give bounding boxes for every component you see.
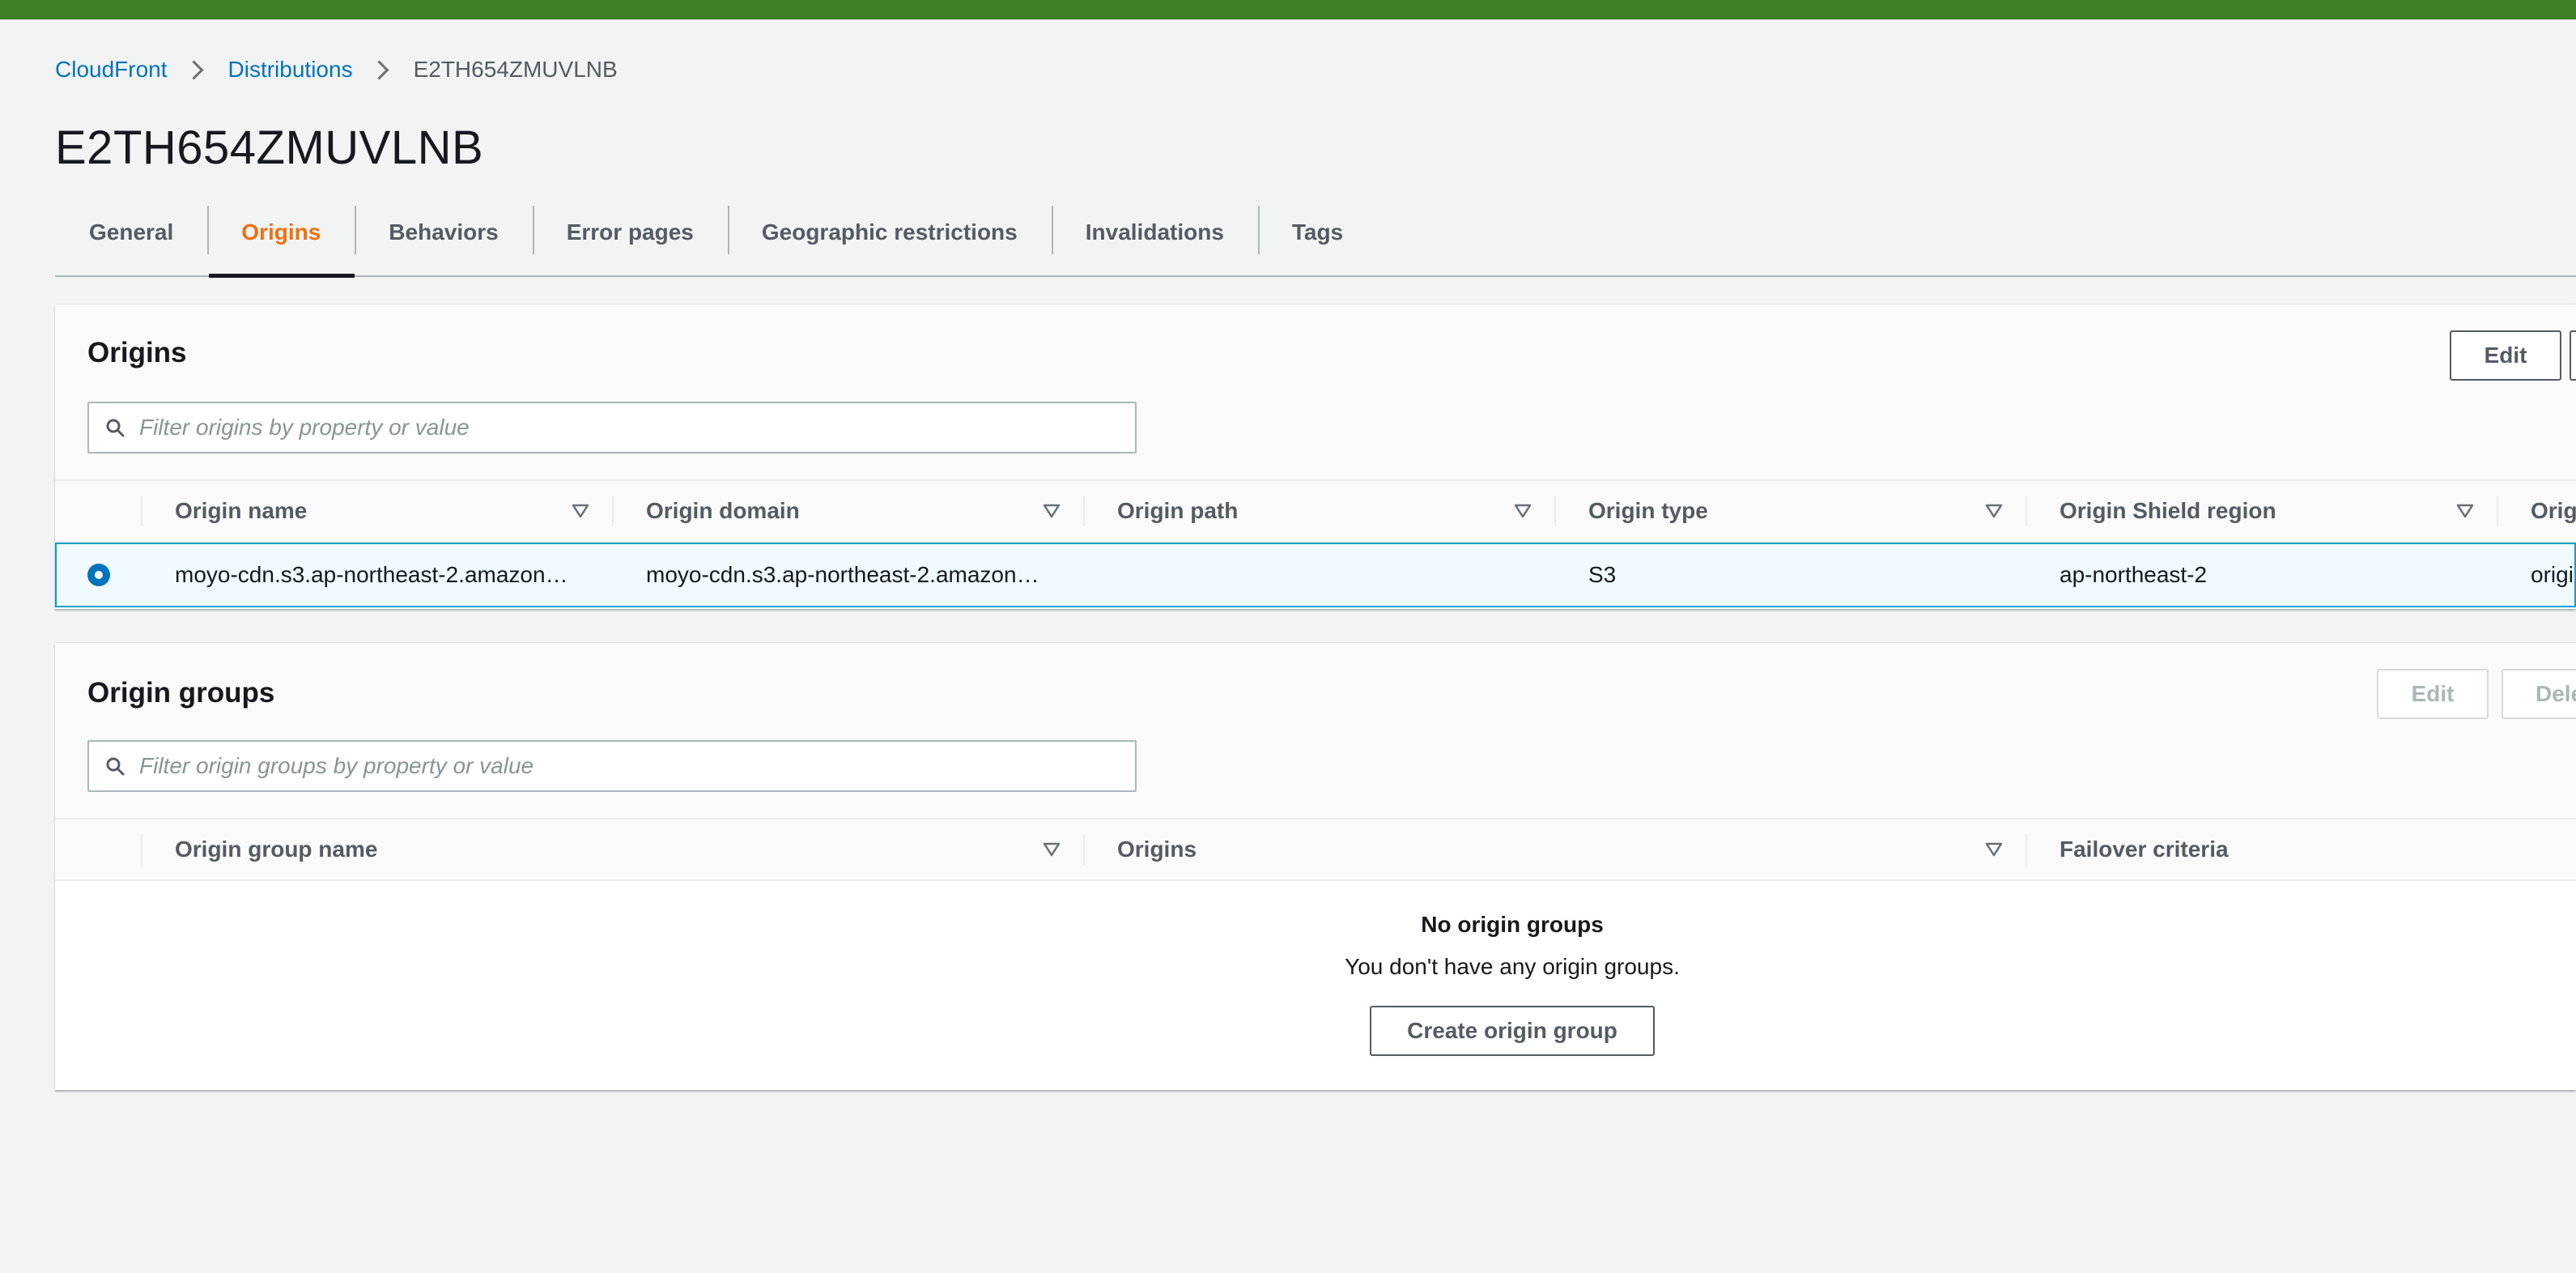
tab-bar: General Origins Behaviors Error pages Ge… [55,199,2576,278]
column-origin-extra[interactable]: Origi [2531,481,2576,541]
origins-search-input[interactable] [139,415,1111,441]
column-origins[interactable]: Origins [1117,820,1975,879]
column-divider [1554,496,1556,526]
tab-behaviors[interactable]: Behaviors [355,199,532,275]
origin-groups-search-input[interactable] [139,753,1111,779]
next-action-button[interactable] [2570,330,2576,381]
edit-origin-button[interactable]: Edit [2450,330,2561,381]
tab-tags[interactable]: Tags [1257,199,1377,275]
origins-search [87,402,1137,453]
origin-groups-title: Origin groups [87,677,275,709]
tab-origins[interactable]: Origins [207,199,355,278]
column-failover-criteria[interactable]: Failover criteria [2060,820,2545,879]
breadcrumb-distributions[interactable]: Distributions [228,57,353,83]
row-select-radio[interactable] [87,564,110,586]
tab-general[interactable]: General [55,199,207,275]
chevron-right-icon [183,59,204,80]
cell-text: moyo-cdn.s3.ap-northeast-2.amazonaws.com [175,562,580,587]
column-divider [1083,834,1085,865]
create-origin-group-button[interactable]: Create origin group [1370,1006,1655,1056]
cell-origin-path [1117,544,1522,606]
origins-table-header: Origin name Origin domain Origin path Or… [55,479,2576,543]
tab-geographic-restrictions[interactable]: Geographic restrictions [727,199,1052,275]
delete-origin-group-button[interactable]: Dele [2502,669,2576,719]
origin-groups-panel-header: Origin groups Edit Dele [55,643,2576,818]
column-origin-type[interactable]: Origin type [1588,481,1977,541]
column-divider [141,834,142,865]
breadcrumb-current: E2TH654ZMUVLNB [413,57,618,82]
column-divider [141,496,142,526]
column-origin-name[interactable]: Origin name [175,481,563,541]
column-origin-path[interactable]: Origin path [1117,481,1506,541]
tab-invalidations[interactable]: Invalidations [1051,199,1258,275]
tab-label: Error pages [566,219,694,245]
breadcrumb-cloudfront[interactable]: CloudFront [55,57,168,83]
tab-error-pages[interactable]: Error pages [532,199,728,275]
cell-origin-type: S3 [1588,562,1617,587]
cell-origin-extra: origi [2531,562,2574,587]
origins-title: Origins [87,337,187,368]
tab-label: General [89,219,174,245]
cell-origin-name: moyo-cdn.s3.ap-northeast-2.amazonaws.com [175,544,580,606]
top-bar [0,0,2576,19]
empty-state-title: No origin groups [1421,912,1604,937]
empty-state-description: You don't have any origin groups. [1345,954,1680,979]
tab-label: Invalidations [1085,219,1224,245]
tab-label: Geographic restrictions [761,219,1018,245]
column-origin-domain[interactable]: Origin domain [646,481,1035,541]
cell-origin-shield-region: ap-northeast-2 [2060,562,2208,587]
column-divider [612,496,614,526]
cell-origin-domain: moyo-cdn.s3.ap-northeast-2.amazonaws.com [646,544,1051,606]
table-row[interactable]: moyo-cdn.s3.ap-northeast-2.amazonaws.com… [55,543,2576,607]
search-icon [105,418,125,437]
origins-panel-header: Origins Edit [55,304,2576,479]
cell-text: moyo-cdn.s3.ap-northeast-2.amazonaws.com [646,562,1051,587]
column-divider [2026,496,2027,526]
column-origin-group-name[interactable]: Origin group name [175,820,1033,879]
edit-origin-group-button[interactable]: Edit [2377,669,2489,719]
column-divider [2497,496,2498,526]
tab-label: Tags [1291,219,1344,245]
page-title: E2TH654ZMUVLNB [55,121,484,174]
origin-groups-panel: Origin groups Edit Dele Origin group nam… [55,643,2576,1090]
origin-groups-table-header: Origin group name Origins Failover crite… [55,818,2576,881]
search-icon [105,756,125,776]
column-divider [1083,496,1085,526]
column-divider [2026,834,2027,865]
breadcrumb: CloudFront Distributions E2TH654ZMUVLNB [55,55,618,84]
tab-label: Origins [241,219,321,245]
origins-panel: Origins Edit Origin name Origin domain O… [55,304,2576,609]
tab-label: Behaviors [389,219,499,245]
column-origin-shield-region[interactable]: Origin Shield region [2060,481,2448,541]
origin-groups-search [87,740,1137,792]
chevron-right-icon [369,59,389,80]
